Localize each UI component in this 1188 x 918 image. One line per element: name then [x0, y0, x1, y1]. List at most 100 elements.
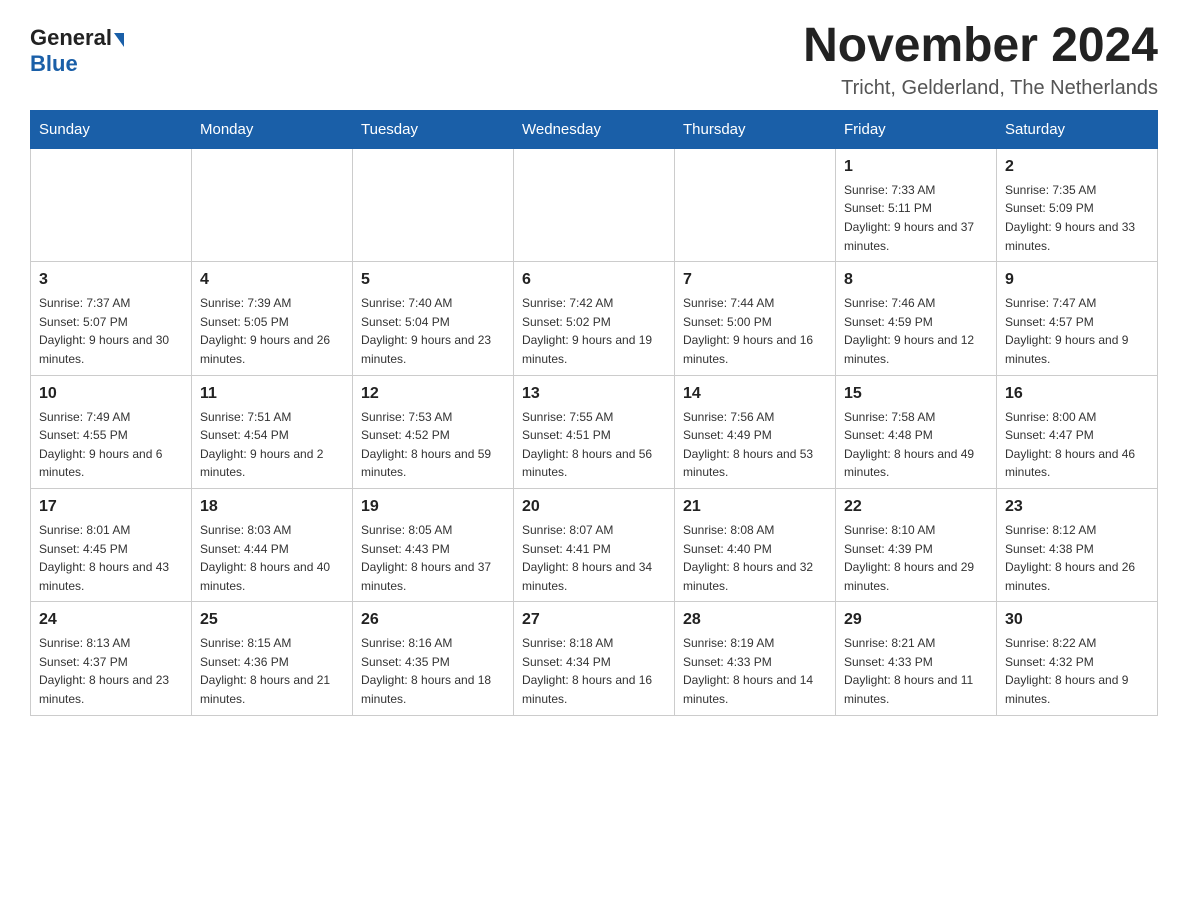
calendar-cell: [675, 148, 836, 261]
day-info: Sunrise: 7:47 AM Sunset: 4:57 PM Dayligh…: [1005, 294, 1149, 368]
calendar-week-4: 17Sunrise: 8:01 AM Sunset: 4:45 PM Dayli…: [31, 488, 1158, 601]
day-number: 19: [361, 495, 505, 519]
calendar-cell: 24Sunrise: 8:13 AM Sunset: 4:37 PM Dayli…: [31, 602, 192, 715]
day-info: Sunrise: 8:07 AM Sunset: 4:41 PM Dayligh…: [522, 521, 666, 595]
day-info: Sunrise: 8:21 AM Sunset: 4:33 PM Dayligh…: [844, 634, 988, 708]
day-number: 6: [522, 268, 666, 292]
day-number: 21: [683, 495, 827, 519]
logo-general-text: General: [30, 25, 124, 51]
day-info: Sunrise: 8:12 AM Sunset: 4:38 PM Dayligh…: [1005, 521, 1149, 595]
day-number: 25: [200, 608, 344, 632]
calendar-cell: 15Sunrise: 7:58 AM Sunset: 4:48 PM Dayli…: [836, 375, 997, 488]
calendar-cell: 16Sunrise: 8:00 AM Sunset: 4:47 PM Dayli…: [997, 375, 1158, 488]
calendar-cell: 21Sunrise: 8:08 AM Sunset: 4:40 PM Dayli…: [675, 488, 836, 601]
day-number: 4: [200, 268, 344, 292]
day-info: Sunrise: 7:33 AM Sunset: 5:11 PM Dayligh…: [844, 181, 988, 255]
calendar-cell: 27Sunrise: 8:18 AM Sunset: 4:34 PM Dayli…: [514, 602, 675, 715]
day-info: Sunrise: 7:53 AM Sunset: 4:52 PM Dayligh…: [361, 408, 505, 482]
calendar-cell: 18Sunrise: 8:03 AM Sunset: 4:44 PM Dayli…: [192, 488, 353, 601]
day-info: Sunrise: 7:37 AM Sunset: 5:07 PM Dayligh…: [39, 294, 183, 368]
calendar-cell: 20Sunrise: 8:07 AM Sunset: 4:41 PM Dayli…: [514, 488, 675, 601]
day-info: Sunrise: 7:42 AM Sunset: 5:02 PM Dayligh…: [522, 294, 666, 368]
day-number: 1: [844, 155, 988, 179]
calendar-cell: 19Sunrise: 8:05 AM Sunset: 4:43 PM Dayli…: [353, 488, 514, 601]
day-number: 29: [844, 608, 988, 632]
day-number: 5: [361, 268, 505, 292]
weekday-header-tuesday: Tuesday: [353, 110, 514, 148]
weekday-header-wednesday: Wednesday: [514, 110, 675, 148]
day-number: 15: [844, 382, 988, 406]
day-number: 23: [1005, 495, 1149, 519]
calendar-cell: 17Sunrise: 8:01 AM Sunset: 4:45 PM Dayli…: [31, 488, 192, 601]
day-number: 12: [361, 382, 505, 406]
calendar-cell: 1Sunrise: 7:33 AM Sunset: 5:11 PM Daylig…: [836, 148, 997, 261]
day-info: Sunrise: 8:22 AM Sunset: 4:32 PM Dayligh…: [1005, 634, 1149, 708]
day-info: Sunrise: 8:08 AM Sunset: 4:40 PM Dayligh…: [683, 521, 827, 595]
day-info: Sunrise: 7:35 AM Sunset: 5:09 PM Dayligh…: [1005, 181, 1149, 255]
day-number: 11: [200, 382, 344, 406]
calendar-week-2: 3Sunrise: 7:37 AM Sunset: 5:07 PM Daylig…: [31, 262, 1158, 375]
calendar-cell: 5Sunrise: 7:40 AM Sunset: 5:04 PM Daylig…: [353, 262, 514, 375]
logo-arrow-icon: [114, 33, 124, 47]
day-number: 13: [522, 382, 666, 406]
calendar-cell: 11Sunrise: 7:51 AM Sunset: 4:54 PM Dayli…: [192, 375, 353, 488]
calendar-cell: [514, 148, 675, 261]
calendar-cell: 8Sunrise: 7:46 AM Sunset: 4:59 PM Daylig…: [836, 262, 997, 375]
logo: General Blue: [30, 20, 124, 77]
weekday-header-sunday: Sunday: [31, 110, 192, 148]
day-number: 26: [361, 608, 505, 632]
day-info: Sunrise: 8:00 AM Sunset: 4:47 PM Dayligh…: [1005, 408, 1149, 482]
day-number: 22: [844, 495, 988, 519]
weekday-header-monday: Monday: [192, 110, 353, 148]
calendar-cell: 10Sunrise: 7:49 AM Sunset: 4:55 PM Dayli…: [31, 375, 192, 488]
calendar-cell: 2Sunrise: 7:35 AM Sunset: 5:09 PM Daylig…: [997, 148, 1158, 261]
calendar-body: 1Sunrise: 7:33 AM Sunset: 5:11 PM Daylig…: [31, 148, 1158, 715]
calendar-cell: 23Sunrise: 8:12 AM Sunset: 4:38 PM Dayli…: [997, 488, 1158, 601]
calendar-cell: 4Sunrise: 7:39 AM Sunset: 5:05 PM Daylig…: [192, 262, 353, 375]
calendar-cell: 7Sunrise: 7:44 AM Sunset: 5:00 PM Daylig…: [675, 262, 836, 375]
day-info: Sunrise: 7:49 AM Sunset: 4:55 PM Dayligh…: [39, 408, 183, 482]
day-info: Sunrise: 8:05 AM Sunset: 4:43 PM Dayligh…: [361, 521, 505, 595]
calendar-cell: 13Sunrise: 7:55 AM Sunset: 4:51 PM Dayli…: [514, 375, 675, 488]
calendar-cell: [31, 148, 192, 261]
day-number: 7: [683, 268, 827, 292]
calendar-header: SundayMondayTuesdayWednesdayThursdayFrid…: [31, 110, 1158, 148]
day-info: Sunrise: 8:03 AM Sunset: 4:44 PM Dayligh…: [200, 521, 344, 595]
day-number: 30: [1005, 608, 1149, 632]
calendar-cell: 28Sunrise: 8:19 AM Sunset: 4:33 PM Dayli…: [675, 602, 836, 715]
calendar-cell: 26Sunrise: 8:16 AM Sunset: 4:35 PM Dayli…: [353, 602, 514, 715]
day-number: 3: [39, 268, 183, 292]
month-title: November 2024: [803, 20, 1158, 73]
day-number: 18: [200, 495, 344, 519]
day-info: Sunrise: 7:46 AM Sunset: 4:59 PM Dayligh…: [844, 294, 988, 368]
calendar-cell: [353, 148, 514, 261]
day-info: Sunrise: 7:56 AM Sunset: 4:49 PM Dayligh…: [683, 408, 827, 482]
day-info: Sunrise: 7:51 AM Sunset: 4:54 PM Dayligh…: [200, 408, 344, 482]
calendar-cell: [192, 148, 353, 261]
day-info: Sunrise: 7:55 AM Sunset: 4:51 PM Dayligh…: [522, 408, 666, 482]
calendar-cell: 6Sunrise: 7:42 AM Sunset: 5:02 PM Daylig…: [514, 262, 675, 375]
day-info: Sunrise: 8:15 AM Sunset: 4:36 PM Dayligh…: [200, 634, 344, 708]
day-number: 2: [1005, 155, 1149, 179]
calendar-cell: 12Sunrise: 7:53 AM Sunset: 4:52 PM Dayli…: [353, 375, 514, 488]
location-subtitle: Tricht, Gelderland, The Netherlands: [803, 77, 1158, 100]
day-number: 14: [683, 382, 827, 406]
day-info: Sunrise: 7:40 AM Sunset: 5:04 PM Dayligh…: [361, 294, 505, 368]
calendar-cell: 29Sunrise: 8:21 AM Sunset: 4:33 PM Dayli…: [836, 602, 997, 715]
day-number: 9: [1005, 268, 1149, 292]
calendar-week-1: 1Sunrise: 7:33 AM Sunset: 5:11 PM Daylig…: [31, 148, 1158, 261]
calendar-cell: 25Sunrise: 8:15 AM Sunset: 4:36 PM Dayli…: [192, 602, 353, 715]
day-info: Sunrise: 7:44 AM Sunset: 5:00 PM Dayligh…: [683, 294, 827, 368]
day-number: 20: [522, 495, 666, 519]
day-info: Sunrise: 8:01 AM Sunset: 4:45 PM Dayligh…: [39, 521, 183, 595]
calendar-cell: 9Sunrise: 7:47 AM Sunset: 4:57 PM Daylig…: [997, 262, 1158, 375]
logo-blue-text: Blue: [30, 51, 78, 77]
calendar-week-5: 24Sunrise: 8:13 AM Sunset: 4:37 PM Dayli…: [31, 602, 1158, 715]
day-info: Sunrise: 8:18 AM Sunset: 4:34 PM Dayligh…: [522, 634, 666, 708]
page-header: General Blue November 2024 Tricht, Gelde…: [30, 20, 1158, 100]
day-number: 8: [844, 268, 988, 292]
day-number: 10: [39, 382, 183, 406]
calendar-table: SundayMondayTuesdayWednesdayThursdayFrid…: [30, 110, 1158, 716]
day-number: 17: [39, 495, 183, 519]
day-number: 27: [522, 608, 666, 632]
